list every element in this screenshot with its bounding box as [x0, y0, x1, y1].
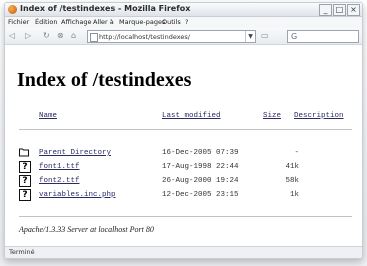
forward-icon[interactable]: ▷: [25, 31, 31, 41]
maximize-button[interactable]: □: [333, 4, 346, 16]
title-bar: Index of /testindexes - Mozilla Firefox …: [5, 3, 362, 17]
folder-icon: [19, 148, 29, 157]
file-link[interactable]: variables.inc.php: [39, 191, 116, 199]
column-modified-header[interactable]: Last modified: [162, 112, 221, 120]
address-bar[interactable]: ▼: [87, 30, 256, 43]
column-description-header[interactable]: Description: [294, 112, 344, 120]
header-divider: [19, 129, 352, 130]
window-title: Index of /testindexes - Mozilla Firefox: [20, 4, 191, 13]
status-text: Terminé: [9, 248, 35, 256]
table-row: ? font1.ttf 17-Aug-1998 22:44 41k: [19, 161, 352, 173]
menu-help[interactable]: ?: [185, 18, 188, 26]
chevron-down-icon[interactable]: ▼: [245, 31, 255, 42]
minimize-button[interactable]: _: [319, 4, 332, 16]
home-icon[interactable]: ⌂: [71, 31, 76, 41]
unknown-file-icon: ?: [19, 189, 31, 201]
column-size-header[interactable]: Size: [263, 112, 281, 120]
parent-directory-link[interactable]: Parent Directory: [39, 149, 111, 157]
menu-edition[interactable]: Édition: [35, 18, 58, 26]
file-link[interactable]: font1.ttf: [39, 163, 80, 171]
row-size: 41k: [285, 163, 299, 171]
row-modified: 12-Dec-2005 23:15: [162, 191, 239, 199]
reload-icon[interactable]: ↻: [43, 31, 50, 41]
unknown-file-icon: ?: [19, 175, 31, 187]
search-box[interactable]: G: [287, 30, 359, 43]
page-content: Index of /testindexes Name Last modified…: [5, 45, 362, 247]
row-modified: 26-Aug-2000 19:24: [162, 177, 239, 185]
footer-divider: [19, 216, 352, 217]
menu-aller-a[interactable]: Aller à: [93, 18, 114, 26]
window-controls: _ □ ×: [319, 4, 360, 16]
address-input[interactable]: [99, 31, 239, 42]
column-name-header[interactable]: Name: [39, 112, 57, 120]
row-size: 58k: [285, 177, 299, 185]
unknown-file-icon: ?: [19, 161, 31, 173]
menu-fichier[interactable]: Fichier: [8, 18, 29, 26]
google-search-icon: G: [291, 32, 298, 41]
menu-bar: Fichier Édition Affichage Aller à Marque…: [5, 17, 362, 28]
table-row: ? font2.ttf 26-Aug-2000 19:24 58k: [19, 175, 352, 187]
menu-outils[interactable]: Outils: [162, 18, 181, 26]
row-size: 1k: [289, 191, 299, 199]
row-modified: 17-Aug-1998 22:44: [162, 163, 239, 171]
navigation-toolbar: ◁ ▷ ↻ ⊗ ⌂ ▼ ▭ G: [5, 28, 362, 45]
stop-icon[interactable]: ⊗: [57, 31, 64, 41]
table-row: Parent Directory 16-Dec-2005 07:39 -: [19, 147, 352, 159]
page-icon: [90, 33, 98, 42]
row-modified: 16-Dec-2005 07:39: [162, 149, 239, 157]
file-link[interactable]: font2.ttf: [39, 177, 80, 185]
table-row: ? variables.inc.php 12-Dec-2005 23:15 1k: [19, 189, 352, 201]
page-title: Index of /testindexes: [17, 69, 192, 91]
menu-marque-pages[interactable]: Marque-pages: [119, 18, 165, 26]
server-signature: Apache/1.3.33 Server at localhost Port 8…: [19, 225, 154, 234]
go-icon[interactable]: ▭: [261, 31, 269, 41]
status-bar: Terminé: [5, 246, 362, 258]
menu-affichage[interactable]: Affichage: [61, 18, 92, 26]
firefox-icon: [8, 5, 17, 14]
close-button[interactable]: ×: [347, 4, 360, 16]
back-icon[interactable]: ◁: [9, 31, 15, 41]
row-size: -: [294, 149, 299, 157]
browser-window: Index of /testindexes - Mozilla Firefox …: [4, 2, 363, 259]
